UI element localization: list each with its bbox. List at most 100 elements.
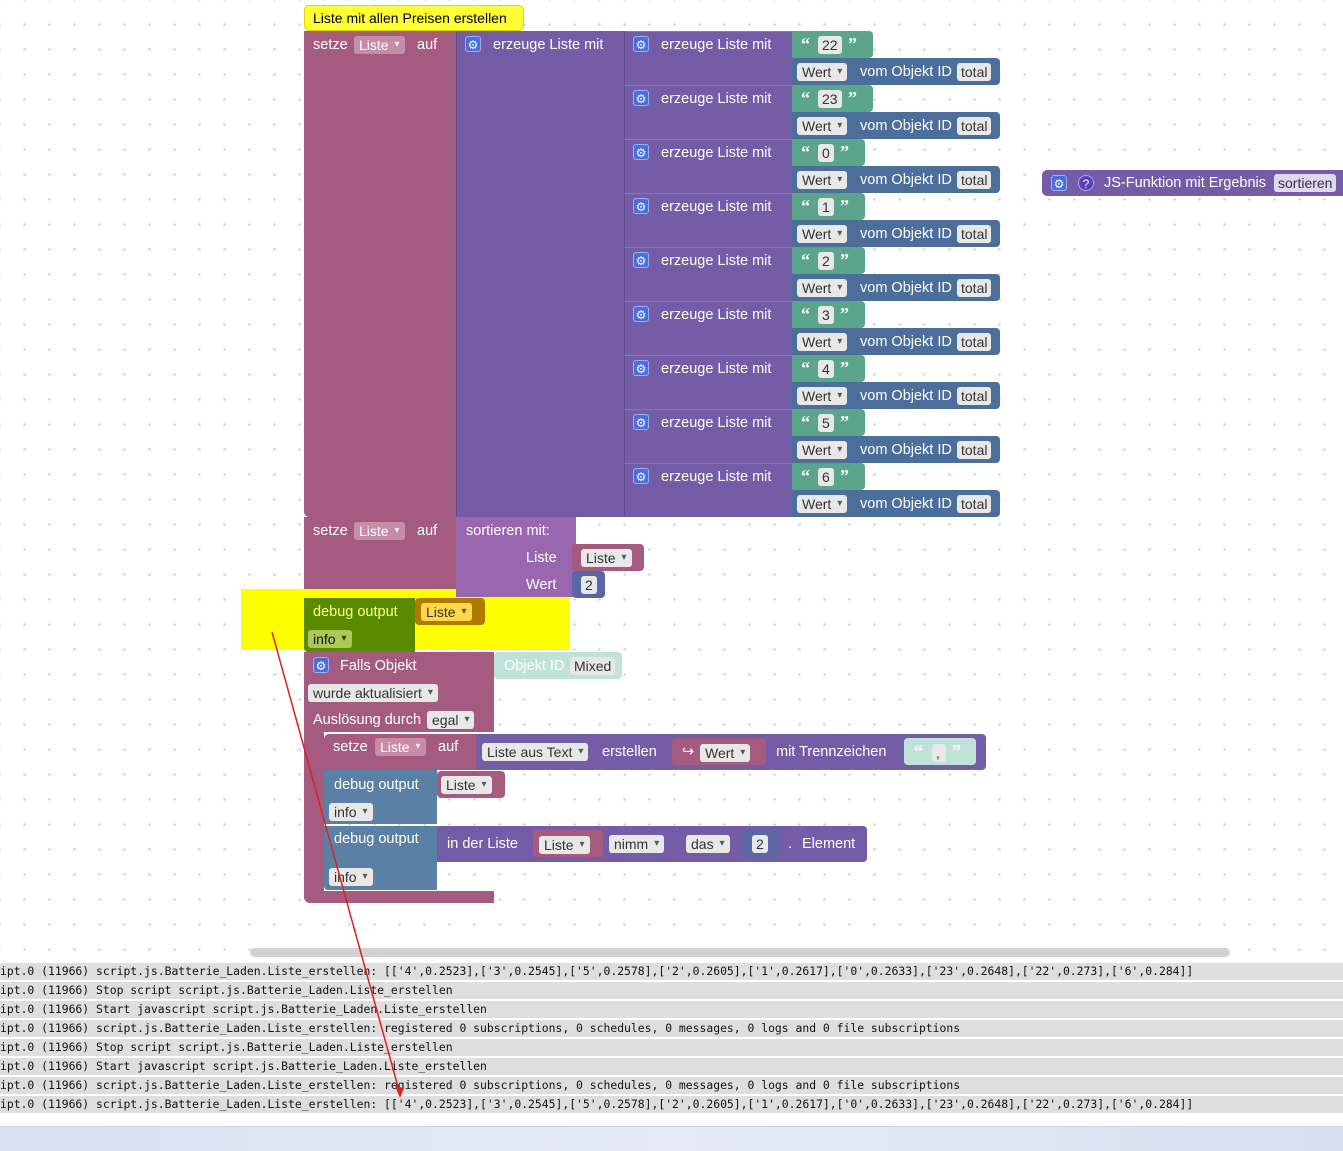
text-value[interactable]: 22 [818,36,842,54]
wert-dropdown[interactable]: Wert [797,495,848,513]
js-function-name[interactable]: sortieren [1274,174,1337,192]
create-list-inner-label: erzeuge Liste mit [661,469,772,485]
gear-icon[interactable]: ⚙ [633,360,649,376]
set1-var-dropdown[interactable]: Liste [354,36,405,54]
gear-icon[interactable]: ⚙ [633,468,649,484]
wert-dropdown[interactable]: Wert [797,225,848,243]
object-id-field[interactable]: total [957,225,992,243]
object-id-field[interactable]: total [957,171,992,189]
gear-icon[interactable]: ⚙ [633,90,649,106]
open-quote-icon: “ [801,34,810,54]
text-value[interactable]: 5 [818,414,834,432]
log-row: ipt.0 (11966) script.js.Batterie_Laden.L… [0,1020,1343,1039]
object-id-label: vom Objekt ID [860,118,952,134]
gear-icon[interactable]: ⚙ [1051,175,1067,191]
list-get-num[interactable]: 2 [752,835,768,853]
trigger-ausloesung-dropdown[interactable]: egal [427,711,475,729]
comment-note[interactable]: Liste mit allen Preisen erstellen [304,5,524,31]
list-from-text-dropdown[interactable]: Liste aus Text [482,743,589,761]
object-id-label: vom Objekt ID [860,334,952,350]
wert-dropdown[interactable]: Wert [797,441,848,459]
debug2-var-dropdown[interactable]: Liste [441,776,492,794]
set1-auf: auf [417,37,438,53]
object-id-value[interactable]: Mixed [570,657,616,675]
text-value[interactable]: 1 [818,198,834,216]
text-value[interactable]: 23 [818,90,842,108]
open-quote-icon: “ [801,412,810,432]
debug3-level-dropdown[interactable]: info [329,868,373,886]
sort-wert-label: Wert [526,577,557,593]
gear-icon[interactable]: ⚙ [633,198,649,214]
return-arrow-icon: ↪ [682,744,695,760]
wert-dropdown[interactable]: Wert [797,279,848,297]
create-list-inner-label: erzeuge Liste mit [661,37,772,53]
close-quote-icon: ” [840,304,849,324]
gear-icon[interactable]: ⚙ [633,252,649,268]
sort-liste-var-dropdown[interactable]: Liste [581,549,632,567]
das-dropdown[interactable]: das [686,835,730,853]
gear-icon[interactable]: ⚙ [633,36,649,52]
list-get-element: Element [802,836,856,852]
text-value[interactable]: 3 [818,306,834,324]
log-row: ipt.0 (11966) Start javascript script.js… [0,1058,1343,1077]
horizontal-scrollbar[interactable] [250,948,1230,957]
object-id-field[interactable]: total [957,333,992,351]
object-id-label: vom Objekt ID [860,388,952,404]
open-quote-icon: “ [801,196,810,216]
taskbar [0,1126,1343,1151]
object-id-label: vom Objekt ID [860,64,952,80]
wert-dropdown[interactable]: Wert [797,171,848,189]
set-variable-block-1[interactable] [304,31,456,517]
set3-var-dropdown[interactable]: Liste [375,738,426,756]
text-value[interactable]: 0 [818,144,834,162]
trigger-update-dropdown[interactable]: wurde aktualisiert [308,684,438,702]
open-quote-icon: “ [801,88,810,108]
wert-dropdown[interactable]: Wert [797,117,848,135]
close-quote-icon: ” [840,412,849,432]
wert-dropdown[interactable]: Wert [797,387,848,405]
debug1-var-dropdown[interactable]: Liste [421,603,472,621]
sort-liste-label: Liste [526,550,557,566]
wert-var-dropdown[interactable]: Wert [700,744,751,762]
create-list-outer[interactable] [456,31,624,517]
help-icon[interactable]: ? [1078,175,1094,191]
text-value[interactable]: 6 [818,468,834,486]
object-id-field[interactable]: total [957,495,992,513]
object-id-field[interactable]: total [957,63,992,81]
sort-wert-num[interactable]: 2 [581,576,597,594]
create-list-inner-label: erzeuge Liste mit [661,253,772,269]
close-quote-icon: ” [848,34,857,54]
object-id-label: vom Objekt ID [860,172,952,188]
wert-dropdown[interactable]: Wert [797,333,848,351]
debug1-level-dropdown[interactable]: info [308,630,352,648]
set2-var-dropdown[interactable]: Liste [354,522,405,540]
gear-icon[interactable]: ⚙ [465,36,481,52]
text-value[interactable]: 4 [818,360,834,378]
blockly-workspace[interactable]: Liste mit allen Preisen erstellen setze … [0,0,1343,960]
nimm-dropdown[interactable]: nimm [609,835,665,853]
text-value[interactable]: 2 [818,252,834,270]
object-id-label: vom Objekt ID [860,226,952,242]
create-list-inner-label: erzeuge Liste mit [661,361,772,377]
list-get-var-dropdown[interactable]: Liste [539,836,590,854]
gear-icon[interactable]: ⚙ [313,657,329,673]
wert-dropdown[interactable]: Wert [797,63,848,81]
create-list-inner-label: erzeuge Liste mit [661,91,772,107]
object-id-field[interactable]: total [957,279,992,297]
object-id-field[interactable]: total [957,387,992,405]
open-quote-icon: “ [801,466,810,486]
debug2-level-dropdown[interactable]: info [329,803,373,821]
log-row: ipt.0 (11966) Stop script script.js.Batt… [0,1039,1343,1058]
object-id-field[interactable]: total [957,117,992,135]
separator-value[interactable]: , [932,744,946,762]
gear-icon[interactable]: ⚙ [633,414,649,430]
debug2-label: debug output [334,777,419,793]
gear-icon[interactable]: ⚙ [633,306,649,322]
close-quote-icon: ” [840,250,849,270]
gear-icon[interactable]: ⚙ [633,144,649,160]
object-id-field[interactable]: total [957,441,992,459]
close-quote-icon: ” [840,358,849,378]
open-quote-icon: “ [801,304,810,324]
comment-text: Liste mit allen Preisen erstellen [313,10,507,26]
log-row: ipt.0 (11966) script.js.Batterie_Laden.L… [0,963,1343,982]
